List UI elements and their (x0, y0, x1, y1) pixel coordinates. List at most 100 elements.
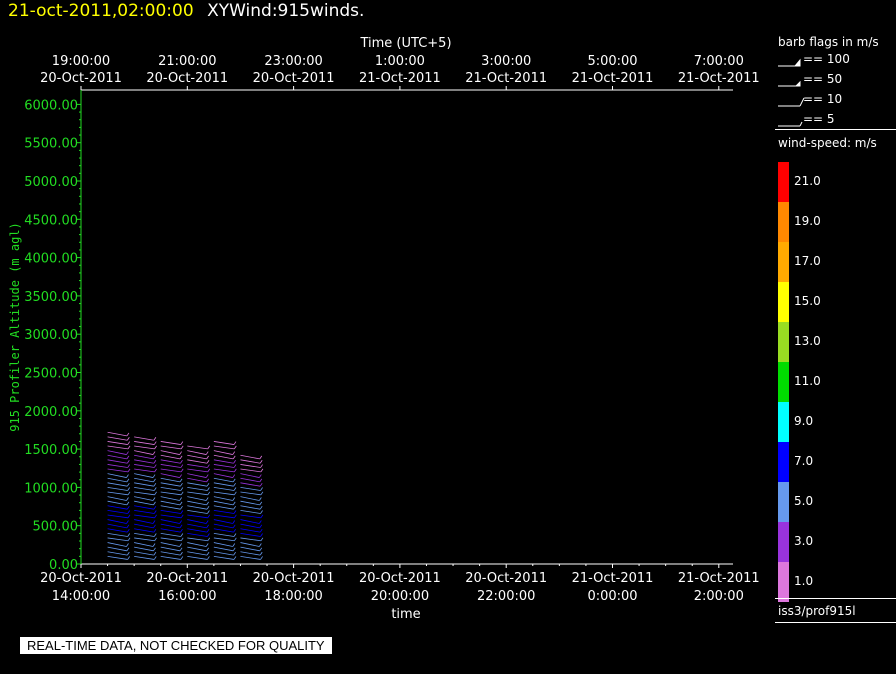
x-tick-time: 16:00:00 (158, 589, 216, 604)
wind-barb (134, 528, 154, 533)
barb-legend-5: == 5 (803, 112, 835, 126)
top-tick-time: 1:00:00 (375, 54, 425, 69)
colorbar-label: 3.0 (794, 534, 814, 548)
wind-barb-flag (180, 537, 184, 542)
wind-barb (134, 482, 154, 487)
wind-barb (160, 441, 181, 445)
wind-barb (187, 519, 207, 524)
wind-barb-flag (179, 524, 183, 529)
wind-barb-flag (127, 533, 131, 537)
wind-barb (134, 450, 154, 455)
wind-barb-flag (232, 478, 236, 483)
wind-barb-flag (153, 459, 157, 464)
top-tick-date: 21-Oct-2011 (572, 71, 654, 86)
wind-barb (187, 546, 207, 552)
top-axis-title: Time (UTC+5) (359, 36, 451, 51)
wind-barb-flag (233, 482, 236, 487)
wind-barb-flag (153, 482, 157, 487)
colorbar-label: 15.0 (794, 294, 821, 308)
wind-barb (107, 514, 129, 519)
wind-barb (240, 477, 260, 483)
wind-barb (213, 491, 235, 496)
y-tick-label: 2000.00 (24, 405, 78, 420)
barb-legend-50: == 50 (803, 72, 843, 86)
wind-barb-flag (233, 445, 237, 450)
wind-barb-flag (180, 491, 184, 496)
colorbar-title: wind-speed: m/s (778, 136, 877, 150)
wind-barb (160, 473, 180, 478)
wind-barb-flag (180, 514, 184, 519)
wind-barb (240, 519, 260, 524)
wind-barb (134, 477, 154, 483)
wind-barb-flag (232, 455, 236, 460)
wind-barb-flag (127, 514, 131, 519)
wind-barb-flag (180, 505, 183, 510)
wind-barb-flag (232, 543, 236, 547)
wind-barb-flag (259, 524, 263, 529)
wind-barb (160, 519, 180, 524)
top-tick-date: 21-Oct-2011 (465, 71, 547, 86)
wind-barb-flag (233, 491, 237, 496)
wind-barb (107, 505, 128, 510)
wind-barb (213, 509, 235, 514)
wind-barb (187, 509, 208, 514)
wind-barb (107, 450, 127, 455)
wind-barb (160, 464, 181, 468)
wind-barb (187, 468, 208, 473)
wind-barb (107, 546, 127, 552)
wind-barb-flag (179, 520, 182, 524)
wind-barb (240, 491, 261, 496)
wind-barb (107, 532, 128, 537)
wind-barb (213, 450, 233, 455)
wind-barb-flag (232, 524, 236, 529)
wind-barb (213, 551, 234, 556)
wind-barb-flag (260, 514, 264, 519)
wind-barb (107, 491, 129, 496)
wind-barb-flag (126, 501, 130, 506)
wind-barb (134, 454, 154, 460)
wind-barb-flag (207, 464, 210, 468)
wind-barb-flag (153, 455, 156, 460)
wind-barb-flag (179, 451, 182, 455)
wind-barb-flag (232, 520, 236, 524)
station-label: iss3/prof915l (778, 604, 856, 618)
wind-barb-flag (180, 551, 183, 556)
wind-barb-flag (152, 543, 156, 547)
wind-barb (160, 450, 180, 455)
y-tick-label: 6000.00 (24, 98, 78, 113)
wind-barb-flag (126, 482, 130, 487)
wind-barb-flag (206, 459, 210, 464)
wind-barb-flag (233, 468, 237, 473)
wind-barb (213, 468, 235, 473)
wind-barb (134, 464, 155, 468)
wind-barb-flag (233, 528, 236, 533)
wind-barb (187, 523, 207, 529)
wind-barb (213, 537, 235, 542)
wind-barb-flag (127, 468, 131, 473)
wind-barb-flag (179, 478, 183, 483)
x-tick-date: 20-Oct-2011 (253, 571, 335, 586)
colorbar-label: 7.0 (794, 454, 814, 468)
wind-barb-flag (207, 491, 211, 496)
wind-barb (187, 487, 208, 491)
wind-barb-flag (233, 487, 237, 491)
wind-barb-flag (259, 501, 263, 506)
wind-barb (240, 542, 260, 547)
wind-barb-flag (259, 478, 263, 483)
wind-barb (213, 445, 235, 450)
barb-legend-icons (778, 58, 805, 127)
colorbar-swatch (778, 162, 789, 202)
wind-barb-flag (205, 543, 209, 547)
wind-barb-flag (126, 437, 130, 441)
wind-barb-flag (154, 445, 157, 450)
wind-barb-flag (206, 528, 210, 533)
wind-barb (240, 532, 261, 537)
wind-barb (107, 441, 128, 445)
wind-barb-flag (260, 491, 264, 496)
wind-barb-flag (127, 491, 131, 496)
wind-barb (134, 459, 154, 464)
colorbar-label: 1.0 (794, 574, 814, 588)
wind-barb (187, 542, 207, 547)
x-tick-time: 2:00:00 (694, 589, 744, 604)
wind-barb-flag (259, 497, 262, 501)
